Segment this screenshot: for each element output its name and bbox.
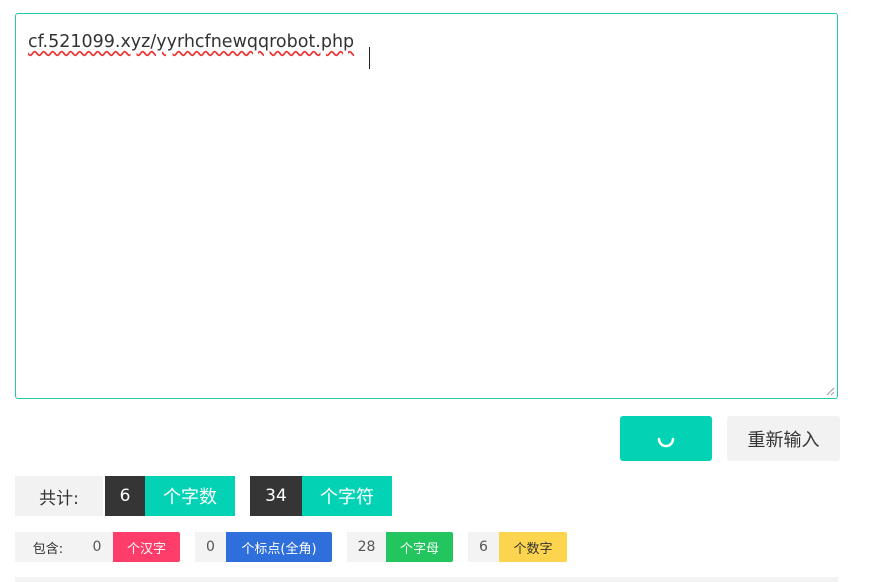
loading-spinner-icon	[657, 437, 675, 447]
results-panel-edge	[15, 577, 838, 582]
punctuation-badge: 个标点(全角)	[226, 532, 332, 562]
contains-label: 包含:	[15, 532, 81, 562]
submit-button[interactable]	[620, 416, 712, 461]
char-count-value: 34	[250, 476, 302, 516]
digit-badge: 个数字	[499, 532, 567, 562]
digit-count: 6	[468, 532, 499, 562]
letter-badge: 个字母	[386, 532, 453, 562]
letter-count: 28	[347, 532, 386, 562]
reset-button[interactable]: 重新输入	[727, 416, 840, 461]
total-label: 共计:	[15, 476, 103, 516]
word-count-unit: 个字数	[145, 476, 235, 516]
hanzi-badge: 个汉字	[113, 532, 180, 562]
word-count-value: 6	[105, 476, 145, 516]
char-count-unit: 个字符	[302, 476, 392, 516]
punctuation-count: 0	[195, 532, 226, 562]
text-input-area[interactable]: cf.521099.xyz/yyrhcfnewqqrobot.php	[15, 13, 838, 399]
hanzi-count: 0	[81, 532, 113, 562]
resize-grip-icon[interactable]	[826, 387, 835, 396]
text-cursor	[369, 47, 370, 69]
text-input-value: cf.521099.xyz/yyrhcfnewqqrobot.php	[28, 32, 355, 52]
